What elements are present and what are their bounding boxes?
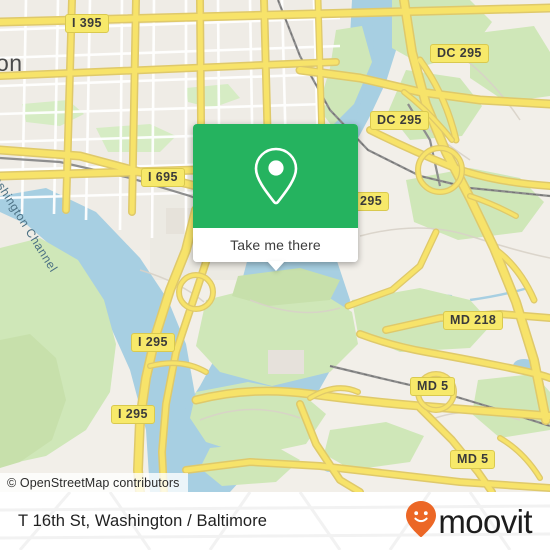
- location-title: T 16th St, Washington / Baltimore: [18, 511, 268, 530]
- footer-bar: T 16th St, Washington / Baltimore moovit: [0, 492, 550, 550]
- poi-card-header: [193, 124, 358, 228]
- moovit-pin-icon: [405, 500, 437, 543]
- shield-i-695[interactable]: I 695: [141, 168, 185, 187]
- map-canvas[interactable]: on Washington Channel I 395 DC 295 DC 29…: [0, 0, 550, 492]
- poi-callout-card[interactable]: Take me there: [193, 124, 358, 271]
- shield-dc-295-mid[interactable]: DC 295: [370, 111, 429, 130]
- shield-md-218[interactable]: MD 218: [443, 311, 504, 330]
- map-pin-icon: [250, 145, 302, 207]
- shield-i-295-upper[interactable]: I 295: [131, 333, 175, 352]
- osm-attribution[interactable]: © OpenStreetMap contributors: [0, 473, 188, 492]
- callout-pointer: [266, 261, 285, 271]
- moovit-logo[interactable]: moovit: [405, 500, 533, 543]
- shield-md-5-upper[interactable]: MD 5: [410, 377, 456, 396]
- shield-dc-295-north[interactable]: DC 295: [430, 44, 489, 63]
- shield-md-5-lower[interactable]: MD 5: [450, 450, 496, 469]
- moovit-wordmark: moovit: [438, 502, 532, 540]
- moovit-map-screenshot: on Washington Channel I 395 DC 295 DC 29…: [0, 0, 550, 550]
- poi-card-footer[interactable]: Take me there: [193, 228, 358, 271]
- take-me-there-button[interactable]: Take me there: [230, 237, 321, 253]
- shield-i-295-lower[interactable]: I 295: [111, 405, 155, 424]
- shield-295-clipped[interactable]: 295: [353, 192, 390, 211]
- shield-i-395[interactable]: I 395: [65, 14, 109, 33]
